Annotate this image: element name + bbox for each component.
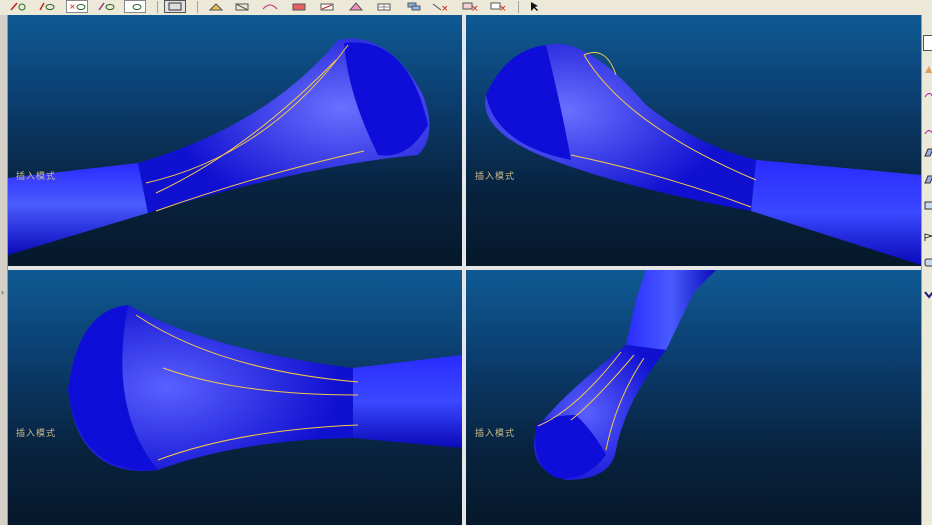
shaded-view-icon[interactable] — [206, 0, 226, 13]
svg-text:×: × — [471, 4, 479, 12]
chevron-icon[interactable] — [924, 290, 932, 299]
svg-text:×: × — [441, 4, 449, 12]
viewport-top-right[interactable]: 插入模式 — [466, 15, 921, 266]
delete-edge-icon[interactable]: × — [430, 0, 450, 13]
model-render — [485, 43, 921, 265]
screen-frame-icon[interactable] — [164, 0, 186, 13]
mode-label: 插入模式 — [16, 429, 57, 439]
arc-icon[interactable] — [924, 90, 932, 99]
mode-label: 插入模式 — [475, 429, 516, 439]
selector-icon[interactable] — [923, 35, 932, 51]
arc-icon-2[interactable] — [924, 127, 932, 136]
right-tool-panel — [921, 15, 932, 525]
delete-surface-icon[interactable]: × — [460, 0, 480, 13]
model-render — [8, 38, 430, 255]
plane-icon-2[interactable] — [924, 175, 932, 184]
layer-icon[interactable] — [403, 0, 423, 13]
expand-left-icon[interactable]: › — [1, 288, 4, 297]
render-icon[interactable] — [317, 0, 337, 13]
line-visibility-icon[interactable]: × — [66, 0, 88, 13]
hide-icon[interactable] — [96, 0, 116, 13]
cylinder-icon[interactable] — [924, 258, 932, 267]
model-render — [68, 305, 462, 471]
left-collapse-strip[interactable]: › — [0, 15, 8, 525]
edit-surface-icon[interactable] — [346, 0, 366, 13]
eye-icon[interactable] — [36, 0, 56, 13]
viewport-splitter-vertical[interactable] — [462, 15, 466, 525]
triangle-icon[interactable] — [924, 65, 932, 74]
view-eye-icon[interactable] — [124, 0, 146, 13]
viewport-bottom-right[interactable]: 插入模式 — [466, 270, 921, 525]
sketch-line-icon[interactable] — [8, 0, 28, 13]
viewport-top-left[interactable]: 插入模式 — [8, 15, 462, 266]
wireframe-view-icon[interactable] — [232, 0, 252, 13]
svg-text:×: × — [69, 2, 76, 11]
curve-icon[interactable] — [260, 0, 280, 13]
viewport-bottom-left[interactable]: 插入模式 — [8, 270, 462, 525]
mode-label: 插入模式 — [16, 172, 57, 182]
flag-icon[interactable] — [924, 233, 932, 242]
delete-curve-icon[interactable]: × — [488, 0, 508, 13]
plane-icon[interactable] — [924, 148, 932, 157]
model-render — [534, 270, 716, 480]
main-toolbar: × × × × — [0, 0, 932, 16]
svg-text:×: × — [499, 4, 507, 12]
mode-label: 插入模式 — [475, 172, 516, 182]
mesh-icon[interactable] — [374, 0, 394, 13]
select-arrow-icon[interactable] — [526, 0, 546, 13]
rect-icon[interactable] — [924, 201, 932, 210]
surface-icon[interactable] — [289, 0, 309, 13]
